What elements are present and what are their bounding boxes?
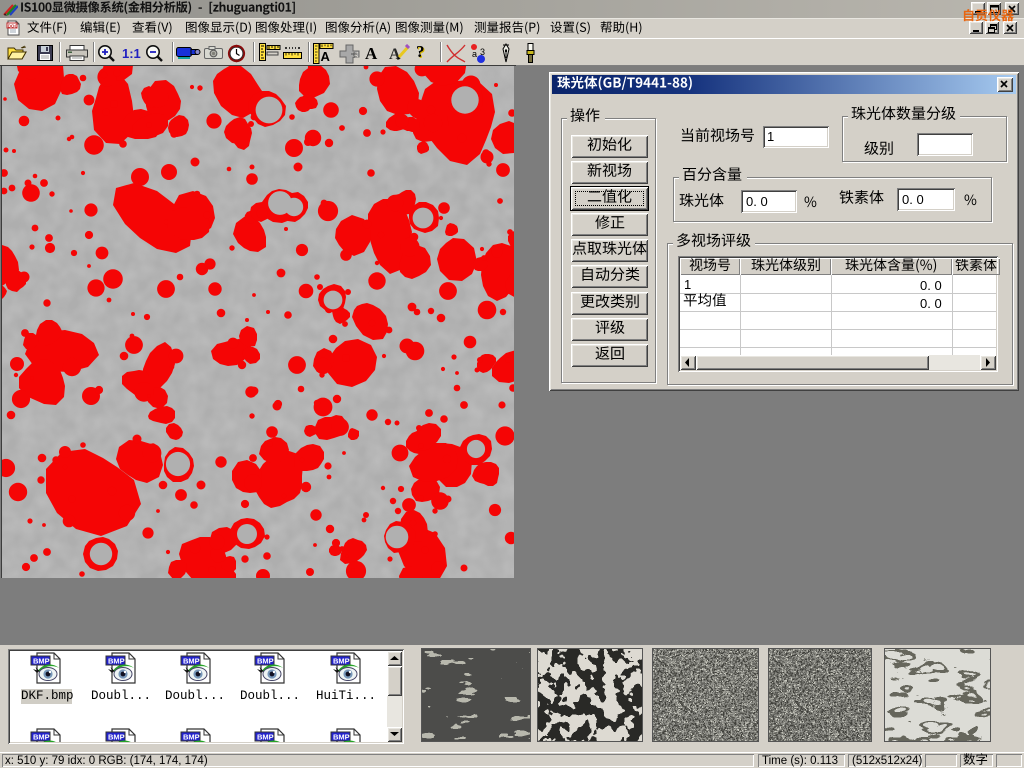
svg-text:a: a xyxy=(472,49,477,59)
svg-text:A: A xyxy=(389,46,401,63)
svg-text:A: A xyxy=(321,49,331,64)
svg-text:DOC: DOC xyxy=(8,23,19,28)
